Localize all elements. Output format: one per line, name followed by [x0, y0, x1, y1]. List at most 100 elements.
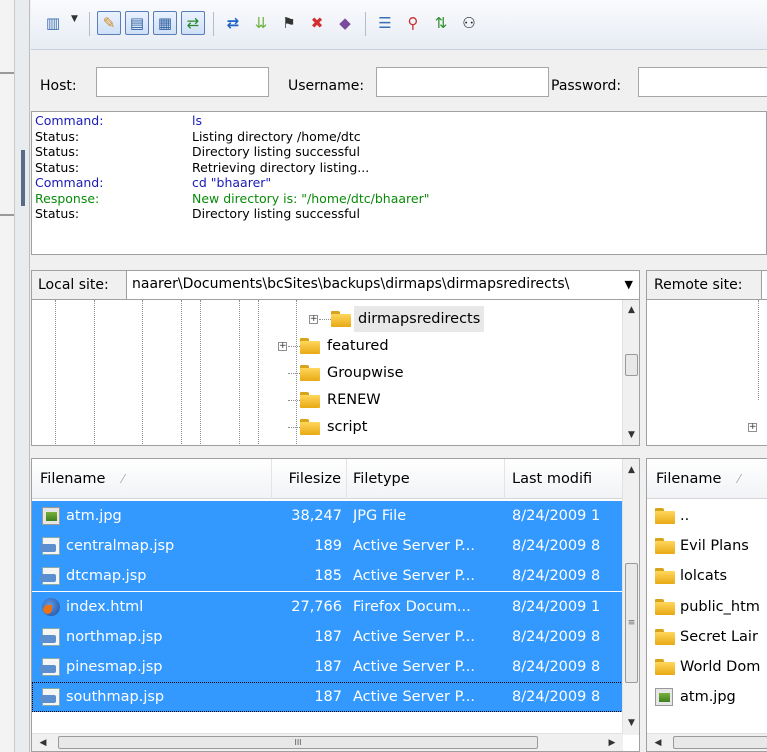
toggle-local-tree-icon[interactable]: ▤ — [125, 11, 149, 35]
cancel-icon[interactable]: ⚑ — [277, 11, 301, 35]
message-log[interactable]: Command: ls Status: Listing directory /home… — [31, 111, 767, 255]
sync-browsing-icon[interactable]: ⇅ — [429, 11, 453, 35]
file-modified: 8/24/2009 1 — [512, 598, 601, 615]
tree-guide-line — [200, 300, 201, 445]
scroll-thumb[interactable] — [625, 354, 638, 376]
remote-path-combobox[interactable] — [761, 271, 767, 299]
scroll-down-icon[interactable]: ▼ — [623, 427, 639, 444]
tree-item[interactable]: RENEW — [300, 387, 385, 413]
scroll-right-icon[interactable]: ▶ — [603, 734, 621, 751]
local-directory-tree[interactable]: + dirmapsredirects + featured Groupwise RENEW… — [31, 300, 640, 446]
file-row[interactable]: atm.jpg — [647, 682, 767, 712]
file-row[interactable]: public_htm — [647, 592, 767, 622]
file-modified: 8/24/2009 8 — [512, 689, 601, 706]
log-type: Status: — [35, 159, 80, 175]
remote-directory-tree[interactable]: + — [646, 300, 767, 446]
file-row[interactable]: southmap.jsp 187 Active Server P... 8/24/20… — [32, 682, 623, 713]
toggle-remote-tree-icon[interactable]: ▦ — [153, 11, 177, 35]
file-row[interactable]: lolcats — [647, 561, 767, 591]
tree-item[interactable]: script — [300, 414, 371, 440]
tree-expander[interactable]: + — [309, 315, 318, 324]
compare-icon[interactable]: ⚲ — [401, 11, 425, 35]
file-row[interactable]: World Dom — [647, 652, 767, 682]
scroll-left-icon[interactable]: ◀ — [34, 734, 52, 751]
file-row[interactable]: Evil Plans — [647, 531, 767, 561]
search-icon[interactable]: ⚇ — [457, 11, 481, 35]
column-filename[interactable]: Filename ⁄ — [32, 459, 272, 499]
tree-item-label: featured — [327, 338, 389, 354]
tree-connector — [288, 400, 300, 401]
sort-asc-icon: ⁄ — [738, 472, 741, 486]
chevron-down-icon[interactable]: ▼ — [625, 278, 633, 291]
file-row[interactable]: northmap.jsp 187 Active Server P... 8/24/20… — [32, 621, 623, 652]
file-size: 189 — [314, 538, 342, 555]
file-row[interactable]: .. — [647, 501, 767, 531]
scroll-thumb[interactable] — [673, 736, 767, 749]
tree-guide-line — [239, 300, 240, 445]
jsp-file-icon — [40, 688, 60, 707]
tree-expander[interactable]: + — [748, 423, 757, 432]
file-row[interactable]: index.html 27,766 Firefox Docum... 8/24/200… — [32, 591, 623, 622]
file-size: 185 — [314, 568, 342, 585]
scroll-up-icon[interactable]: ▲ — [623, 302, 639, 319]
file-modified: 8/24/2009 8 — [512, 659, 601, 675]
dropdown-arrow-icon[interactable]: ▼ — [71, 14, 81, 26]
file-size: 187 — [314, 628, 342, 645]
remote-file-list[interactable]: Filename ⁄ .. Evil Plans lolcats public_htm… — [646, 458, 767, 752]
username-input[interactable] — [376, 67, 549, 97]
file-row[interactable]: Secret Lair — [647, 622, 767, 652]
file-row[interactable]: centralmap.jsp 189 Active Server P... 8/24/… — [32, 531, 623, 562]
main-toolbar: ▥ ▼ ✎ ▤ ▦ ⇄ ⇄ ⇊ ⚑ ✖ ◆ ☰ ⚲ ⇅ ⚇ — [31, 0, 767, 50]
local-files-vscrollbar[interactable]: ▲ ≡ ▼ — [622, 459, 639, 735]
scroll-up-icon[interactable]: ▲ — [623, 462, 639, 479]
firefox-html-icon — [42, 597, 60, 616]
file-name: atm.jpg — [66, 508, 122, 524]
file-row[interactable]: dtcmap.jsp 185 Active Server P... 8/24/2009… — [32, 561, 623, 592]
disconnect-icon[interactable]: ✖ — [305, 11, 329, 35]
folder-icon — [655, 659, 675, 675]
tree-item[interactable]: featured — [300, 333, 393, 359]
local-tree-vscrollbar[interactable]: ▲ ▼ — [622, 300, 639, 445]
scroll-thumb[interactable]: III — [58, 736, 538, 749]
tree-expander[interactable]: + — [278, 342, 287, 351]
site-manager-icon[interactable]: ▥ — [41, 11, 65, 35]
directory-listing-filters-icon[interactable]: ☰ — [373, 11, 397, 35]
toggle-log-icon[interactable]: ✎ — [97, 11, 121, 35]
jsp-file-icon — [40, 537, 60, 556]
file-name: pinesmap.jsp — [66, 659, 163, 675]
log-type: Status: — [35, 128, 80, 144]
file-row[interactable]: atm.jpg 38,247 JPG File 8/24/2009 1 — [32, 501, 623, 531]
column-filename[interactable]: Filename ⁄ — [647, 459, 767, 499]
scroll-left-icon[interactable]: ◀ — [649, 734, 667, 751]
scroll-down-icon[interactable]: ▼ — [623, 715, 639, 732]
password-input[interactable] — [638, 67, 767, 97]
column-filetype[interactable]: Filetype — [347, 459, 505, 499]
reconnect-icon[interactable]: ◆ — [333, 11, 357, 35]
local-path-combobox[interactable]: naarer\Documents\bcSites\backups\dirmaps… — [126, 271, 639, 299]
file-row[interactable]: pinesmap.jsp 187 Active Server P... 8/24/20… — [32, 652, 623, 682]
tree-connector — [288, 427, 300, 428]
tree-guide-line — [55, 300, 56, 445]
host-input[interactable] — [96, 67, 269, 97]
local-file-list[interactable]: Filename ⁄ Filesize Filetype Last modifi… — [31, 458, 640, 752]
log-message: Retrieving directory listing... — [192, 159, 370, 175]
toggle-queue-icon[interactable]: ⇄ — [181, 11, 205, 35]
log-entry: Status: Retrieving directory listing... — [34, 160, 766, 176]
process-queue-icon[interactable]: ⇊ — [249, 11, 273, 35]
local-site-label: Local site: — [38, 277, 109, 293]
file-type: Active Server P... — [353, 689, 475, 706]
log-message: New directory is: "/home/dtc/bhaarer" — [192, 190, 430, 206]
log-type: Command: — [35, 175, 104, 190]
folder-icon — [300, 392, 320, 408]
tree-item[interactable]: Groupwise — [300, 360, 408, 386]
remote-files-hscrollbar[interactable]: ◀ — [647, 733, 767, 751]
log-entry: Response: New directory is: "/home/dtc/bh… — [34, 191, 766, 207]
scroll-thumb[interactable]: ≡ — [625, 563, 638, 683]
tree-item[interactable]: dirmapsredirects — [331, 306, 485, 332]
file-size: 27,766 — [291, 598, 342, 615]
local-files-hscrollbar[interactable]: ◀ III ▶ — [32, 733, 623, 751]
refresh-icon[interactable]: ⇄ — [221, 11, 245, 35]
column-last-modified[interactable]: Last modifi — [505, 459, 623, 499]
column-filesize[interactable]: Filesize — [272, 459, 347, 499]
log-type: Command: — [35, 113, 104, 128]
